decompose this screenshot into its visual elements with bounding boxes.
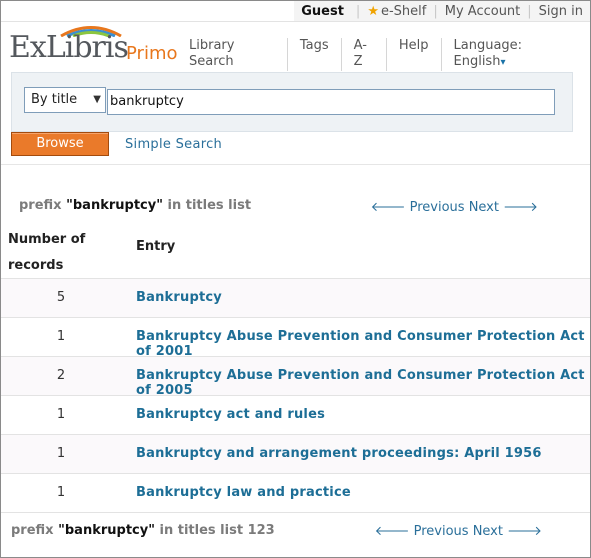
language-selector[interactable]: Language: English▾ [442, 38, 590, 71]
prefix-summary-bottom: prefix "bankruptcy" in titles list 123 [11, 523, 275, 538]
prefix-suffix: in titles list 123 [159, 523, 275, 538]
search-type-select[interactable]: By title ▼ [24, 87, 106, 113]
record-count: 2 [56, 368, 66, 383]
prefix-label: prefix [11, 523, 54, 538]
prefix-suffix: in titles list [167, 198, 252, 213]
record-count: 1 [56, 446, 66, 461]
column-header-number-line2: records [8, 258, 64, 273]
previous-label: Previous [409, 200, 465, 215]
entry-link[interactable]: Bankruptcy Abuse Prevention and Consumer… [136, 368, 590, 398]
table-row: 2 Bankruptcy Abuse Prevention and Consum… [1, 356, 590, 398]
entry-link[interactable]: Bankruptcy and arrangement proceedings: … [136, 446, 542, 461]
pagination-top: 🡐 Previous Next 🡒 [371, 199, 538, 215]
logo-primo-text: Primo [126, 43, 178, 64]
language-value[interactable]: English [454, 54, 501, 69]
table-row: 5 Bankruptcy [1, 278, 590, 317]
results-table: 5 Bankruptcy 1 Bankruptcy Abuse Preventi… [1, 278, 590, 512]
table-row: 1 Bankruptcy Abuse Prevention and Consum… [1, 317, 590, 359]
logo-exlibris-text: ExLibris [9, 30, 129, 65]
main-nav: Library Search Tags A-Z Help Language: E… [181, 38, 590, 71]
simple-search-link[interactable]: Simple Search [125, 137, 222, 152]
arrow-right-icon: 🡒 [503, 200, 538, 215]
previous-link[interactable]: 🡐 Previous [375, 524, 469, 539]
search-input[interactable]: bankruptcy [107, 89, 555, 115]
arrow-left-icon: 🡐 [370, 200, 406, 215]
next-label: Next [468, 200, 499, 215]
my-account-link[interactable]: My Account [445, 4, 521, 19]
record-count: 1 [56, 329, 66, 344]
table-header: Number of records Entry [1, 223, 590, 277]
entry-link[interactable]: Bankruptcy Abuse Prevention and Consumer… [136, 329, 590, 359]
column-header-entry: Entry [136, 239, 176, 254]
chevron-down-icon: ▼ [93, 94, 101, 105]
prefix-term: "bankruptcy" [66, 198, 163, 213]
user-bar: Guest | ★ e-Shelf | My Account | Sign in [294, 1, 590, 21]
nav-library-search[interactable]: Library Search [181, 38, 288, 71]
nav-help[interactable]: Help [387, 38, 442, 71]
eshelf-label[interactable]: e-Shelf [381, 4, 426, 19]
nav-a-z[interactable]: A-Z [342, 38, 387, 71]
table-row: 1 Bankruptcy and arrangement proceedings… [1, 434, 590, 473]
search-panel: By title ▼ bankruptcy [11, 72, 573, 132]
arrow-left-icon: 🡐 [374, 524, 410, 539]
prefix-summary-top: prefix "bankruptcy" in titles list [19, 198, 251, 213]
divider [1, 164, 590, 165]
browse-button[interactable]: Browse [11, 132, 109, 156]
column-header-number: Number of records [8, 227, 85, 279]
table-row: 1 Bankruptcy act and rules [1, 395, 590, 434]
record-count: 1 [56, 407, 66, 422]
previous-link[interactable]: 🡐 Previous [371, 200, 465, 215]
entry-link[interactable]: Bankruptcy act and rules [136, 407, 325, 422]
divider [1, 512, 590, 513]
column-header-number-line1: Number of [8, 232, 86, 247]
next-label: Next [472, 524, 503, 539]
entry-link[interactable]: Bankruptcy [136, 290, 222, 305]
prefix-label: prefix [19, 198, 62, 213]
primo-page: Guest | ★ e-Shelf | My Account | Sign in … [0, 0, 591, 558]
star-icon: ★ [367, 3, 379, 19]
pagination-bottom: 🡐 Previous Next 🡒 [375, 523, 542, 539]
nav-tags[interactable]: Tags [288, 38, 342, 71]
search-actions: Browse Simple Search [11, 132, 222, 156]
arrow-right-icon: 🡒 [507, 524, 542, 539]
next-link[interactable]: Next 🡒 [473, 524, 542, 539]
search-type-value: By title [31, 92, 78, 107]
sign-in-link[interactable]: Sign in [539, 4, 583, 19]
guest-label: Guest [301, 3, 344, 19]
chevron-down-icon: ▾ [500, 57, 506, 68]
record-count: 1 [56, 485, 66, 500]
next-link[interactable]: Next 🡒 [469, 200, 538, 215]
language-label: Language: [453, 38, 523, 53]
prefix-term: "bankruptcy" [58, 523, 155, 538]
header: ExLibris Primo Library Search Tags A-Z H… [1, 21, 590, 72]
entry-link[interactable]: Bankruptcy law and practice [136, 485, 351, 500]
table-row: 1 Bankruptcy law and practice [1, 473, 590, 512]
previous-label: Previous [413, 524, 469, 539]
record-count: 5 [56, 290, 66, 305]
eshelf-link[interactable]: ★ e-Shelf [360, 4, 433, 19]
